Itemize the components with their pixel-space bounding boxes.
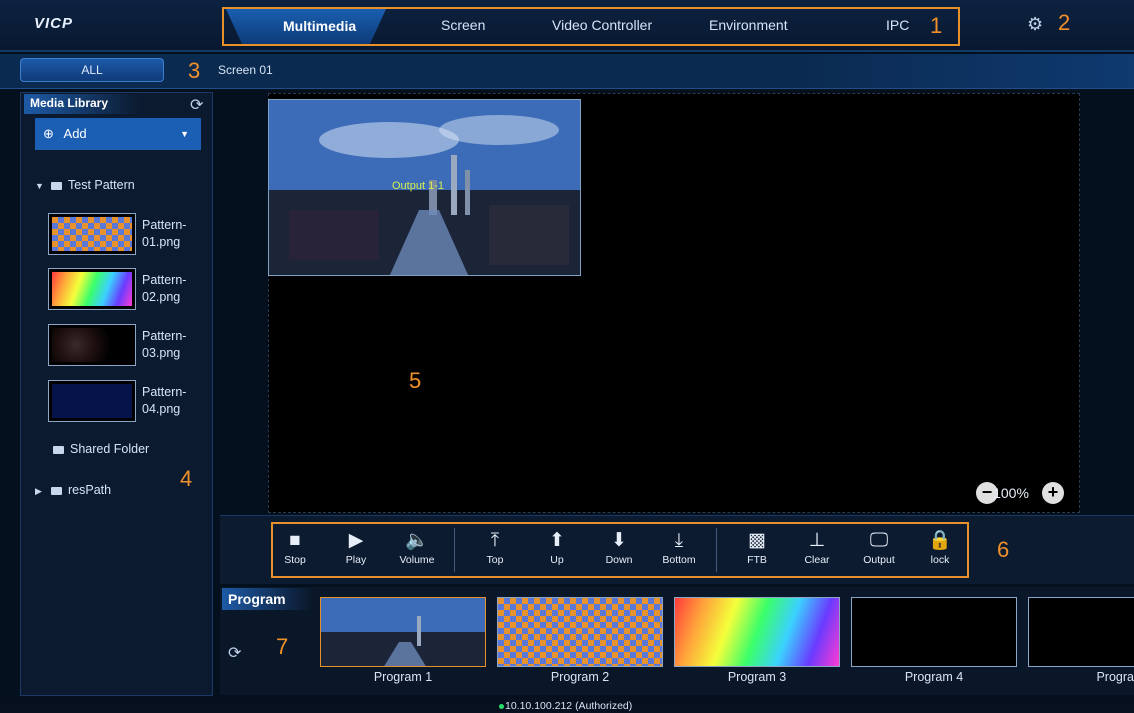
move-bottom-icon: ⤓: [674, 530, 684, 551]
city-image: [321, 598, 485, 666]
top-button[interactable]: ⤒ Top: [468, 528, 522, 566]
chevron-down-icon[interactable]: ▼: [180, 118, 189, 150]
program-thumbnail-2[interactable]: [497, 597, 663, 667]
program-title: Program: [222, 588, 312, 610]
refresh-icon[interactable]: ⟳: [190, 95, 203, 115]
ftb-button[interactable]: ▩ FTB: [730, 528, 784, 566]
clear-button[interactable]: ⊥ Clear: [790, 528, 844, 566]
media-library-title: Media Library: [24, 94, 140, 114]
chevron-right-icon[interactable]: ▶: [35, 486, 43, 497]
media-thumbnail-pattern-01[interactable]: [48, 213, 136, 255]
callout-7: 7: [276, 634, 289, 659]
tab-video-controller[interactable]: Video Controller: [552, 17, 652, 33]
callout-5: 5: [409, 368, 422, 393]
tab-screen[interactable]: Screen: [441, 17, 485, 33]
media-thumbnail-pattern-04[interactable]: [48, 380, 136, 422]
up-button[interactable]: ⬆ Up: [530, 528, 584, 566]
folder-label: resPath: [68, 483, 112, 497]
connection-status: 10.10.100.212 (Authorized): [505, 700, 633, 712]
arrow-up-icon: ⬆: [549, 530, 565, 551]
program-label-2: Program 2: [550, 670, 610, 684]
play-icon: ▶: [348, 530, 364, 551]
gear-icon[interactable]: ⚙: [1027, 14, 1047, 34]
media-label-pattern-02: Pattern- 02.png: [142, 273, 187, 304]
media-thumbnail-pattern-03[interactable]: [48, 324, 136, 366]
stop-icon: ■: [289, 530, 301, 551]
folder-label: Shared Folder: [70, 442, 150, 456]
program-label-5: Progra: [1096, 670, 1134, 684]
screen-tab-screen-01[interactable]: Screen 01: [218, 63, 273, 77]
callout-6: 6: [997, 537, 1010, 562]
plus-circle-icon: ⊕: [43, 126, 54, 141]
ftb-icon: ▩: [748, 530, 766, 551]
program-thumbnail-5[interactable]: [1028, 597, 1134, 667]
callout-4: 4: [180, 466, 193, 491]
lock-button[interactable]: 🔒 lock: [913, 528, 967, 566]
zoom-in-icon[interactable]: +: [1042, 482, 1064, 504]
chevron-down-icon[interactable]: ▼: [35, 181, 44, 191]
folder-icon: [53, 445, 64, 454]
media-label-pattern-04: Pattern- 04.png: [142, 385, 187, 416]
program-thumbnail-1[interactable]: [320, 597, 486, 667]
stop-button[interactable]: ■ Stop: [268, 528, 322, 566]
brush-icon: ⊥: [808, 530, 826, 551]
lock-icon: 🔒: [928, 530, 952, 551]
program-thumbnail-4[interactable]: [851, 597, 1017, 667]
add-media-button[interactable]: ⊕ Add ▼: [35, 118, 201, 150]
zoom-level: 100%: [993, 485, 1029, 501]
output-button[interactable]: 🖵 Output: [852, 528, 906, 566]
media-label-pattern-03: Pattern- 03.png: [142, 329, 187, 360]
callout-3: 3: [188, 58, 201, 83]
program-label-4: Program 4: [904, 670, 964, 684]
toolbar-divider: [454, 528, 455, 572]
volume-button[interactable]: 🔈 Volume: [390, 528, 444, 566]
status-dot-icon: [499, 704, 504, 709]
screen-bar: [0, 54, 1134, 89]
folder-label: Test Pattern: [68, 178, 135, 192]
tab-multimedia[interactable]: Multimedia: [283, 18, 356, 34]
all-screens-button[interactable]: ALL: [20, 58, 164, 82]
refresh-icon[interactable]: ⟳: [228, 643, 241, 663]
folder-res-path[interactable]: ▶ resPath: [35, 483, 111, 497]
app-logo: VICP: [34, 15, 74, 32]
callout-2: 2: [1058, 10, 1071, 35]
toolbar-divider: [716, 528, 717, 572]
callout-1: 1: [930, 13, 943, 38]
program-thumbnail-3[interactable]: [674, 597, 840, 667]
program-label-3: Program 3: [727, 670, 787, 684]
down-button[interactable]: ⬇ Down: [592, 528, 646, 566]
output-label: Output 1-1: [392, 180, 444, 192]
add-label: Add: [63, 126, 87, 141]
folder-test-pattern[interactable]: ▼ Test Pattern: [35, 178, 135, 192]
tab-environment[interactable]: Environment: [709, 17, 788, 33]
folder-icon: [51, 181, 62, 190]
volume-icon: 🔈: [405, 530, 429, 551]
folder-shared-folder[interactable]: Shared Folder: [53, 442, 149, 456]
program-label-1: Program 1: [373, 670, 433, 684]
move-top-icon: ⤒: [490, 530, 500, 551]
arrow-down-icon: ⬇: [611, 530, 627, 551]
media-label-pattern-01: Pattern- 01.png: [142, 218, 187, 249]
media-thumbnail-pattern-02[interactable]: [48, 268, 136, 310]
tab-ipc[interactable]: IPC: [886, 17, 909, 33]
play-button[interactable]: ▶ Play: [329, 528, 383, 566]
folder-icon: [51, 486, 62, 495]
bottom-button[interactable]: ⤓ Bottom: [652, 528, 706, 566]
monitor-check-icon: 🖵: [869, 530, 889, 551]
